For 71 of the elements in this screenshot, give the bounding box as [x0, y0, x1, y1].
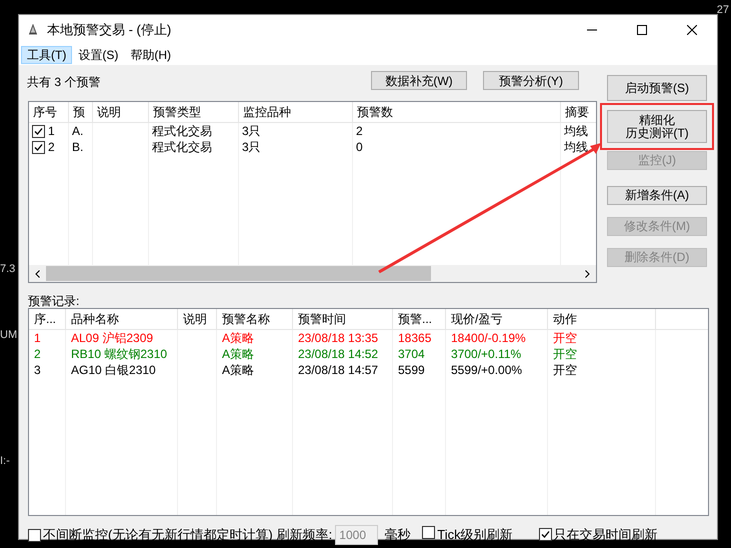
column-header[interactable]: 预警类型 [149, 102, 239, 122]
table-cell: 2 [353, 123, 561, 139]
menu-item[interactable]: 设置(S) [72, 46, 124, 64]
column-header[interactable]: 预 [69, 102, 93, 122]
action-button[interactable]: 新增条件(A) [607, 186, 707, 205]
table-cell: 1 [29, 330, 66, 346]
column-header[interactable]: 说明 [178, 309, 217, 329]
table-cell: A策略 [217, 362, 293, 378]
checkbox[interactable] [538, 528, 552, 541]
rate-label: 刷新频率: [276, 526, 332, 544]
table-cell: A. [69, 123, 93, 139]
column-header[interactable]: 预警... [393, 309, 446, 329]
table-cell: 3700/+0.11% [446, 346, 548, 362]
column-header[interactable]: 现价/盈亏 [446, 309, 548, 329]
table-cell: A策略 [217, 330, 293, 346]
table-cell: AG10 白银2310 [66, 362, 178, 378]
column-header[interactable]: 预警名称 [217, 309, 293, 329]
column-header[interactable]: 预警数 [353, 102, 561, 122]
maximize-icon[interactable] [637, 25, 647, 35]
table-cell: 开空 [548, 346, 656, 362]
table-cell: RB10 螺纹钢2310 [66, 346, 178, 362]
table-cell: 18365 [393, 330, 446, 346]
column-header[interactable]: 品种名称 [66, 309, 178, 329]
action-button[interactable]: 启动预警(S) [607, 75, 707, 101]
chart-label: I:- [0, 454, 10, 469]
table-cell: 0 [353, 139, 561, 155]
table-cell: 3只 [239, 123, 353, 139]
column-header[interactable]: 动作 [548, 309, 656, 329]
column-header[interactable]: 监控品种 [239, 102, 353, 122]
menu-item[interactable]: 帮助(H) [124, 46, 177, 64]
column-header[interactable]: 序... [29, 309, 66, 329]
menu-item[interactable]: 工具(T) [21, 46, 72, 64]
table-cell: 23/08/18 14:52 [293, 346, 393, 362]
table-cell: B. [69, 139, 93, 155]
checkbox-label: Tick级别刷新 [437, 526, 513, 544]
column-header[interactable]: 预警时间 [293, 309, 393, 329]
column-header[interactable]: 序号 [29, 102, 69, 122]
table-cell: 2 [29, 139, 69, 155]
records-label: 预警记录: [28, 293, 80, 310]
table-cell: 5599/+0.00% [446, 362, 548, 378]
chart-label: 27 [716, 3, 729, 18]
table-cell: 5599 [393, 362, 446, 378]
window-title: 本地预警交易 - (停止) [47, 21, 172, 40]
table-cell: 3只 [239, 139, 353, 155]
table-cell: 程式化交易 [149, 139, 239, 155]
table-cell: 1 [29, 123, 69, 139]
table-cell: A策略 [217, 346, 293, 362]
chart-label: 7.3 [0, 262, 16, 277]
alert-count: 共有 3 个预警 [27, 74, 100, 91]
table-cell: 开空 [548, 362, 656, 378]
table-cell: 2 [29, 346, 66, 362]
chart-label: UM [0, 328, 18, 343]
action-button[interactable]: 精细化 历史测评(T) [607, 110, 707, 143]
check-icon [540, 530, 550, 539]
table-cell: 3704 [393, 346, 446, 362]
checkbox[interactable] [28, 528, 41, 542]
column-header[interactable]: 说明 [93, 102, 149, 122]
horizontal-scrollbar[interactable] [29, 265, 596, 282]
close-icon[interactable] [687, 25, 697, 35]
table-cell: 程式化交易 [149, 123, 239, 139]
checkbox[interactable] [32, 140, 45, 154]
checkbox[interactable] [32, 124, 45, 138]
table-cell: AL09 沪铝2309 [66, 330, 178, 346]
table-cell: 23/08/18 13:35 [293, 330, 393, 346]
table-cell: 3 [29, 362, 66, 378]
table-cell: 23/08/18 14:57 [293, 362, 393, 378]
table-cell: 18400/-0.19% [446, 330, 548, 346]
table-cell: 开空 [548, 330, 656, 346]
toolbar-button[interactable]: 预警分析(Y) [483, 71, 579, 90]
toolbar-button[interactable]: 数据补充(W) [371, 71, 467, 90]
checkbox[interactable] [422, 526, 436, 539]
